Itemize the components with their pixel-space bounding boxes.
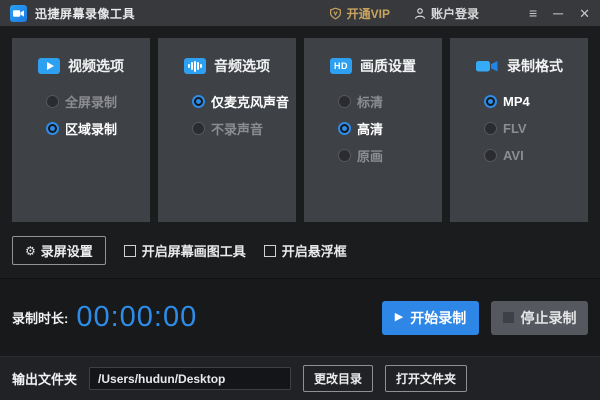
output-band: 输出文件夹 更改目录 打开文件夹 xyxy=(0,356,600,400)
play-triangle-icon: ▶ xyxy=(394,311,404,323)
hd-badge-icon: HD xyxy=(330,58,352,74)
panel-audio-header: 音频选项 xyxy=(158,56,296,76)
gear-icon: ⚙ xyxy=(25,243,36,258)
panel-record-format: 录制格式 MP4 FLV AVI xyxy=(450,38,588,222)
radio-original-quality[interactable]: 原画 xyxy=(304,142,442,169)
radio-icon xyxy=(338,149,351,162)
play-icon xyxy=(38,58,60,74)
stop-recording-button[interactable]: 停止录制 xyxy=(491,300,588,335)
format-option-list: MP4 FLV AVI xyxy=(450,88,588,169)
app-window: 迅捷屏幕录像工具 开通VIP 账户登录 ≡ ─ ✕ 视频选项 全屏录制 区域录制… xyxy=(0,0,600,400)
panel-audio-title: 音频选项 xyxy=(214,58,270,74)
menu-icon[interactable]: ≡ xyxy=(529,6,537,20)
panel-format-title: 录制格式 xyxy=(507,58,563,74)
panel-quality-title: 画质设置 xyxy=(360,58,416,74)
radio-icon xyxy=(338,95,351,108)
checkbox-screen-draw-tool[interactable]: 开启屏幕画图工具 xyxy=(123,241,246,260)
settings-row: ⚙ 录屏设置 开启屏幕画图工具 开启悬浮框 xyxy=(12,236,588,265)
stop-square-icon xyxy=(502,312,514,323)
checkbox-floating-box[interactable]: 开启悬浮框 xyxy=(263,241,347,260)
app-logo-icon xyxy=(10,4,27,22)
change-directory-button[interactable]: 更改目录 xyxy=(303,365,374,392)
minimize-icon[interactable]: ─ xyxy=(553,6,563,20)
open-vip-button[interactable]: 开通VIP xyxy=(329,5,390,22)
audio-option-list: 仅麦克风声音 不录声音 xyxy=(158,88,296,142)
output-folder-label: 输出文件夹 xyxy=(12,372,78,387)
main-area: 视频选项 全屏录制 区域录制 音频选项 仅麦克风声音 不录声音 HD 画质设置 … xyxy=(0,26,600,278)
panel-quality-settings: HD 画质设置 标清 高清 原画 xyxy=(304,38,442,222)
radio-fullscreen-record[interactable]: 全屏录制 xyxy=(12,88,150,115)
radio-no-sound[interactable]: 不录声音 xyxy=(158,115,296,142)
start-recording-button[interactable]: ▶ 开始录制 xyxy=(382,300,479,335)
option-panels: 视频选项 全屏录制 区域录制 音频选项 仅麦克风声音 不录声音 HD 画质设置 … xyxy=(12,38,588,222)
panel-video-options: 视频选项 全屏录制 区域录制 xyxy=(12,38,150,222)
radio-icon xyxy=(192,95,205,108)
radio-format-mp4[interactable]: MP4 xyxy=(450,88,588,115)
radio-region-record[interactable]: 区域录制 xyxy=(12,115,150,142)
radio-sd-quality[interactable]: 标清 xyxy=(304,88,442,115)
panel-format-header: 录制格式 xyxy=(450,56,588,76)
radio-mic-only[interactable]: 仅麦克风声音 xyxy=(158,88,296,115)
app-title: 迅捷屏幕录像工具 xyxy=(35,6,136,21)
video-option-list: 全屏录制 区域录制 xyxy=(12,88,150,142)
vip-label: 开通VIP xyxy=(346,6,390,21)
quality-option-list: 标清 高清 原画 xyxy=(304,88,442,169)
radio-icon xyxy=(484,149,497,162)
panel-audio-options: 音频选项 仅麦克风声音 不录声音 xyxy=(158,38,296,222)
panel-video-header: 视频选项 xyxy=(12,56,150,76)
timer-band: 录制时长: 00:00:00 ▶ 开始录制 停止录制 xyxy=(0,278,600,356)
checkbox-icon xyxy=(123,244,136,257)
user-icon xyxy=(414,7,426,20)
radio-icon xyxy=(484,122,497,135)
radio-icon xyxy=(192,122,205,135)
radio-hd-quality[interactable]: 高清 xyxy=(304,115,442,142)
panel-quality-header: HD 画质设置 xyxy=(304,56,442,76)
radio-icon xyxy=(46,122,59,135)
account-login-button[interactable]: 账户登录 xyxy=(414,5,479,22)
login-label: 账户登录 xyxy=(430,6,479,21)
radio-format-avi[interactable]: AVI xyxy=(450,142,588,169)
open-folder-button[interactable]: 打开文件夹 xyxy=(385,365,468,392)
panel-video-title: 视频选项 xyxy=(68,58,124,74)
audio-waveform-icon xyxy=(184,58,206,74)
checkbox-icon xyxy=(263,244,276,257)
radio-icon xyxy=(338,122,351,135)
output-path-input[interactable] xyxy=(89,367,292,390)
duration-label: 录制时长: xyxy=(12,311,69,326)
radio-icon xyxy=(46,95,59,108)
vip-shield-icon xyxy=(329,7,342,20)
camcorder-icon xyxy=(475,58,499,74)
record-settings-button[interactable]: ⚙ 录屏设置 xyxy=(12,236,106,265)
duration-value: 00:00:00 xyxy=(76,301,198,333)
close-icon[interactable]: ✕ xyxy=(579,7,590,20)
radio-format-flv[interactable]: FLV xyxy=(450,115,588,142)
radio-icon xyxy=(484,95,497,108)
titlebar: 迅捷屏幕录像工具 开通VIP 账户登录 ≡ ─ ✕ xyxy=(0,0,600,26)
